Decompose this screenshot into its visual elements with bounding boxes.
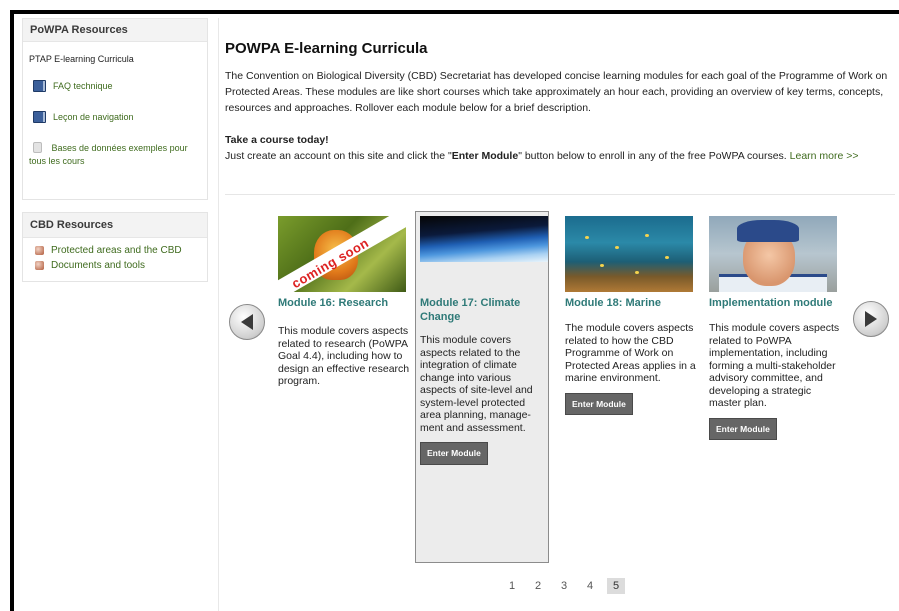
page-link-5-current[interactable]: 5 — [607, 578, 625, 594]
module-thumbnail — [709, 216, 837, 292]
module-thumbnail: coming soon — [278, 216, 406, 292]
module-description: This module covers aspects related to re… — [278, 325, 410, 387]
module-thumbnail — [565, 216, 693, 292]
person-cap — [737, 220, 799, 242]
fish-shape — [665, 256, 669, 259]
module-title[interactable]: Module 18: Marine — [565, 296, 699, 310]
chevron-right-icon — [865, 311, 877, 327]
page-link-4[interactable]: 4 — [577, 578, 603, 594]
take-course-section: Take a course today! Just create an acco… — [225, 132, 895, 164]
take-course-text-2: " button below to enroll in any of the f… — [518, 150, 790, 162]
take-course-bold: Enter Module — [451, 150, 519, 162]
powpa-resources-title: PoWPA Resources — [23, 19, 207, 42]
sidebar-item-documents[interactable]: Documents and tools — [23, 257, 207, 272]
module-title[interactable]: Implementation module — [709, 296, 843, 310]
book-icon — [33, 111, 46, 123]
carousel-next-button[interactable] — [853, 301, 889, 337]
module-description: The module covers aspects related to how… — [565, 322, 696, 384]
pagination: 1 2 3 4 5 — [499, 578, 625, 594]
divider — [225, 194, 895, 195]
main-content: POWPA E-learning Curricula The Conventio… — [218, 18, 899, 611]
enter-module-button[interactable]: Enter Module — [420, 442, 488, 465]
fish-shape — [645, 234, 649, 237]
page-title: POWPA E-learning Curricula — [225, 40, 428, 57]
database-icon — [33, 142, 42, 153]
fish-shape — [600, 264, 604, 267]
module-card-implementation[interactable]: Implementation module This module covers… — [709, 216, 843, 440]
take-course-text: Just create an account on this site and … — [225, 150, 452, 162]
book-icon — [33, 80, 46, 92]
sidebar-item-databases[interactable]: Bases de données exemples pour tous les … — [23, 138, 207, 172]
sidebar-item-label: Protected areas and the CBD — [51, 245, 182, 256]
sidebar: PoWPA Resources PTAP E-learning Curricul… — [22, 18, 208, 282]
module-card-research[interactable]: coming soon Module 16: Research This mod… — [278, 216, 412, 388]
module-description: This module covers aspects related to Po… — [709, 322, 840, 409]
carousel-prev-button[interactable] — [229, 304, 265, 340]
enter-module-button[interactable]: Enter Module — [565, 392, 633, 415]
sidebar-item-protected-areas[interactable]: Protected areas and the CBD — [23, 242, 207, 257]
enter-module-button[interactable]: Enter Module — [709, 417, 777, 440]
module-card-marine[interactable]: Module 18: Marine The module covers aspe… — [565, 216, 699, 415]
module-title[interactable]: Module 17: Climate Change — [420, 296, 544, 324]
sidebar-item-label: Leçon de navigation — [53, 112, 134, 122]
take-course-heading: Take a course today! — [225, 134, 329, 146]
curricula-subtitle: PTAP E-learning Curricula — [29, 54, 134, 64]
sidebar-item-label: FAQ technique — [53, 81, 113, 91]
intro-paragraph: The Convention on Biological Diversity (… — [225, 70, 888, 114]
page-link-2[interactable]: 2 — [525, 578, 551, 594]
cbd-resources-box: CBD Resources Protected areas and the CB… — [22, 212, 208, 282]
fish-shape — [635, 271, 639, 274]
resource-icon — [35, 261, 44, 270]
powpa-resources-box: PoWPA Resources PTAP E-learning Curricul… — [22, 18, 208, 200]
module-title[interactable]: Module 16: Research — [278, 296, 412, 310]
page-link-1[interactable]: 1 — [499, 578, 525, 594]
learn-more-link[interactable]: Learn more >> — [790, 150, 859, 162]
page-link-3[interactable]: 3 — [551, 578, 577, 594]
cbd-resources-title: CBD Resources — [23, 213, 207, 238]
sidebar-item-faq[interactable]: FAQ technique — [23, 76, 207, 97]
module-description: This module covers aspects related to th… — [420, 334, 533, 434]
sidebar-item-label: Bases de données exemples pour tous les … — [29, 143, 188, 166]
sidebar-item-navigation[interactable]: Leçon de navigation — [23, 107, 207, 128]
resource-icon — [35, 246, 44, 255]
module-thumbnail — [420, 216, 548, 262]
module-card-climate[interactable]: Module 17: Climate Change This module co… — [415, 211, 549, 563]
fish-shape — [615, 246, 619, 249]
chevron-left-icon — [241, 314, 253, 330]
sidebar-item-label: Documents and tools — [51, 260, 145, 271]
fish-shape — [585, 236, 589, 239]
